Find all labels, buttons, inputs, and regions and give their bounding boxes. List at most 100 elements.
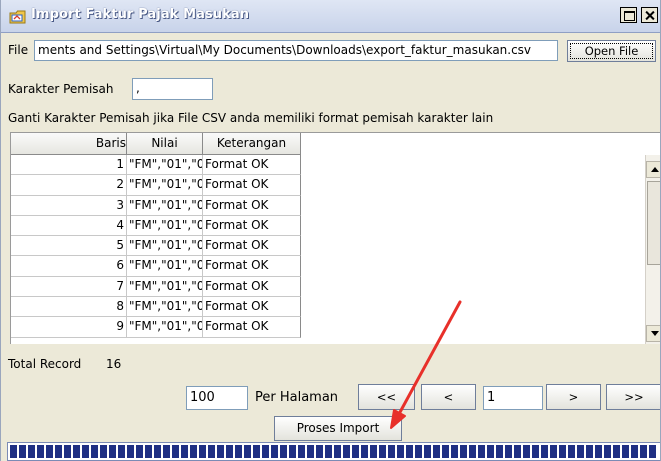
- progress-block: [397, 445, 404, 458]
- progress-block: [262, 445, 269, 458]
- cell-baris: 1: [11, 155, 127, 176]
- separator-input[interactable]: ,: [132, 78, 213, 100]
- progress-block: [478, 445, 485, 458]
- last-page-button[interactable]: >>: [606, 384, 660, 410]
- progress-block: [613, 445, 620, 458]
- column-header-keterangan[interactable]: Keterangan: [203, 133, 301, 155]
- progress-block: [289, 445, 296, 458]
- progress-block: [253, 445, 260, 458]
- cell-keterangan: Format OK: [203, 155, 301, 176]
- progress-block: [217, 445, 224, 458]
- progress-block: [415, 445, 422, 458]
- progress-block: [586, 445, 593, 458]
- import-progress-bar: [7, 442, 660, 461]
- next-page-button[interactable]: >: [546, 384, 601, 410]
- progress-block: [316, 445, 323, 458]
- open-file-button[interactable]: Open File: [567, 40, 656, 62]
- column-header-baris[interactable]: Baris: [11, 133, 127, 155]
- progress-block: [172, 445, 179, 458]
- table-row[interactable]: 8"FM","01","0...Format OK: [11, 297, 301, 318]
- progress-block: [280, 445, 287, 458]
- file-path-input[interactable]: ments and Settings\Virtual\My Documents\…: [34, 40, 558, 61]
- cell-baris: 4: [11, 215, 127, 237]
- cell-nilai: "FM","01","0...: [127, 195, 203, 216]
- page-size-input[interactable]: 100: [186, 386, 248, 410]
- progress-block: [325, 445, 332, 458]
- folder-icon: [9, 10, 26, 24]
- progress-block: [343, 445, 350, 458]
- previous-page-button[interactable]: <: [421, 384, 476, 410]
- total-record-value: 16: [106, 357, 122, 371]
- scroll-down-arrow-icon[interactable]: [646, 325, 660, 342]
- progress-block: [271, 445, 278, 458]
- progress-block: [442, 445, 449, 458]
- progress-block: [595, 445, 602, 458]
- progress-block: [199, 445, 206, 458]
- progress-block: [451, 445, 458, 458]
- progress-block: [496, 445, 503, 458]
- total-record-label: Total Record: [8, 357, 82, 371]
- progress-block: [622, 445, 629, 458]
- cell-keterangan: Format OK: [203, 236, 301, 257]
- progress-block: [307, 445, 314, 458]
- progress-block: [568, 445, 575, 458]
- scroll-up-arrow-icon[interactable]: [646, 161, 660, 178]
- maximize-button[interactable]: [620, 7, 637, 23]
- first-page-button[interactable]: <<: [358, 384, 415, 410]
- scroll-thumb[interactable]: [647, 181, 660, 265]
- title-bar[interactable]: Import Faktur Pajak Masukan: [1, 0, 660, 33]
- table-row[interactable]: 4"FM","01","0...Format OK: [11, 215, 301, 237]
- cell-nilai: "FM","01","0...: [127, 215, 203, 237]
- separator-label: Karakter Pemisah: [8, 82, 114, 96]
- progress-block: [28, 445, 35, 458]
- cell-baris: 5: [11, 236, 127, 257]
- progress-block: [10, 445, 17, 458]
- page-number-input[interactable]: 1: [483, 386, 543, 410]
- table-row[interactable]: 9"FM","01","0...Format OK: [11, 317, 301, 338]
- table-row[interactable]: 3"FM","01","0...Format OK: [11, 195, 301, 216]
- progress-block: [127, 445, 134, 458]
- import-table[interactable]: Baris Nilai Keterangan 1"FM","01","0...F…: [10, 132, 660, 344]
- cell-keterangan: Format OK: [203, 256, 301, 277]
- close-button[interactable]: [641, 7, 658, 23]
- table-row[interactable]: 2"FM","01","0...Format OK: [11, 175, 301, 196]
- table-header: Baris Nilai Keterangan: [11, 133, 301, 155]
- progress-block: [361, 445, 368, 458]
- progress-block: [640, 445, 647, 458]
- progress-block: [208, 445, 215, 458]
- cell-baris: 8: [11, 297, 127, 318]
- cell-keterangan: Format OK: [203, 276, 301, 298]
- progress-block: [469, 445, 476, 458]
- progress-block: [190, 445, 197, 458]
- progress-block: [235, 445, 242, 458]
- progress-block: [532, 445, 539, 458]
- progress-block: [55, 445, 62, 458]
- table-vertical-scrollbar[interactable]: [645, 155, 660, 344]
- table-body: 1"FM","01","0...Format OK 2"FM","01","0.…: [11, 155, 301, 338]
- column-header-nilai[interactable]: Nilai: [127, 133, 203, 155]
- progress-block: [352, 445, 359, 458]
- progress-block: [145, 445, 152, 458]
- cell-baris: 3: [11, 195, 127, 216]
- progress-block: [73, 445, 80, 458]
- progress-block: [631, 445, 638, 458]
- cell-baris: 9: [11, 317, 127, 338]
- cell-baris: 6: [11, 256, 127, 277]
- separator-hint: Ganti Karakter Pemisah jika File CSV and…: [8, 111, 494, 125]
- table-row[interactable]: 7"FM","01","0...Format OK: [11, 276, 301, 298]
- progress-block: [505, 445, 512, 458]
- table-row[interactable]: 1"FM","01","0...Format OK: [11, 155, 301, 176]
- progress-block: [487, 445, 494, 458]
- cell-baris: 7: [11, 276, 127, 298]
- process-import-button[interactable]: Proses Import: [274, 416, 402, 441]
- progress-block: [388, 445, 395, 458]
- progress-block: [82, 445, 89, 458]
- progress-block: [19, 445, 26, 458]
- table-row[interactable]: 5"FM","01","0...Format OK: [11, 236, 301, 257]
- progress-block: [460, 445, 467, 458]
- table-row[interactable]: 6"FM","01","0...Format OK: [11, 256, 301, 277]
- cell-nilai: "FM","01","0...: [127, 155, 203, 176]
- cell-nilai: "FM","01","0...: [127, 297, 203, 318]
- progress-block: [37, 445, 44, 458]
- progress-block: [91, 445, 98, 458]
